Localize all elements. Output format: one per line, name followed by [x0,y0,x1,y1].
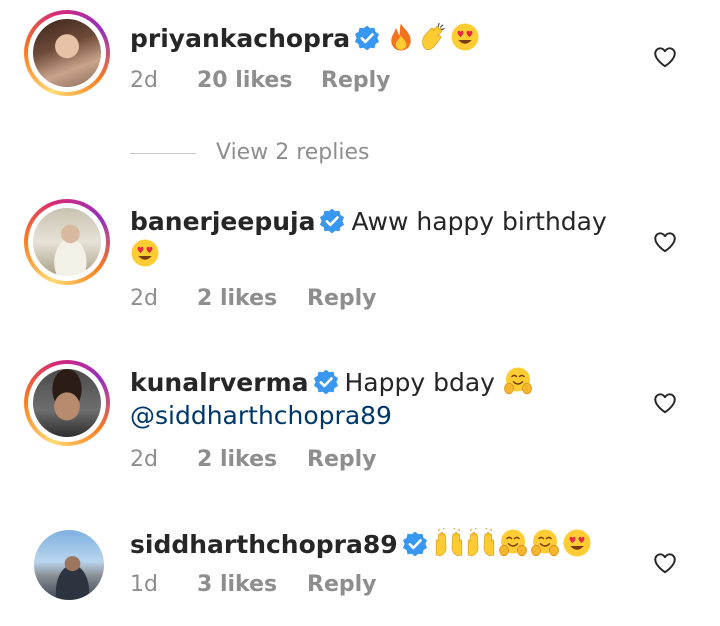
comment-meta: 1d 3 likes Reply [130,572,377,597]
likes-count[interactable]: 2 likes [197,447,307,472]
verified-badge-icon [354,25,380,51]
likes-count[interactable]: 20 likes [197,68,321,93]
avatar-siddharthchopra89[interactable] [34,530,104,600]
username[interactable]: banerjeepuja [130,207,315,236]
reply-button[interactable]: Reply [321,68,391,93]
comment-text: Happy bday [344,368,495,397]
view-replies-divider [130,152,196,154]
mention-link[interactable]: @siddharthchopra89 [130,401,392,430]
heart-eyes-emoji [130,238,160,268]
hugging-face-emoji [498,528,528,558]
likes-count[interactable]: 3 likes [197,572,307,597]
hugging-face-emoji [503,366,533,396]
comment-body: kunalrverma Happy bday @siddharthchopra89 [130,366,535,432]
verified-badge-icon [402,531,428,557]
heart-eyes-emoji [450,22,480,52]
comment-body: banerjeepuja Aww happy birthday [130,205,607,271]
reply-button[interactable]: Reply [307,286,377,311]
like-heart-icon[interactable] [652,390,678,416]
comment-time: 2d [130,68,158,93]
raising-hands-emoji [434,528,464,558]
like-heart-icon[interactable] [652,550,678,576]
raising-hands-emoji [466,528,496,558]
avatar-kunalrverma[interactable] [24,360,110,446]
verified-badge-icon [319,208,345,234]
verified-badge-icon [313,369,339,395]
like-heart-icon[interactable] [652,44,678,70]
comment-body: priyankachopra [130,22,482,55]
comment-kunalrverma: kunalrverma Happy bday @siddharthchopra89… [0,356,720,486]
fire-emoji [386,22,416,52]
avatar-banerjeepuja[interactable] [24,199,110,285]
comment-time: 2d [130,286,158,311]
comment-meta: 2d 2 likes Reply [130,447,377,472]
like-heart-icon[interactable] [652,229,678,255]
comment-priyankachopra: priyankachopra 2d 20 likes Reply [0,0,720,130]
likes-count[interactable]: 2 likes [197,286,307,311]
view-replies-link[interactable]: View 2 replies [130,140,369,165]
hugging-face-emoji [530,528,560,558]
clapping-hands-emoji [418,22,448,52]
comment-text: Aww happy birthday [351,207,607,236]
comment-siddharthchopra89: siddharthchopra89 1d 3 likes Reply [0,518,720,618]
comment-banerjeepuja: banerjeepuja Aww happy birthday 2d 2 likes… [0,195,720,325]
comment-time: 2d [130,447,158,472]
view-replies-label: View 2 replies [216,140,370,165]
comment-meta: 2d 2 likes Reply [130,286,377,311]
comment-meta: 2d 20 likes Reply [130,68,391,93]
username[interactable]: siddharthchopra89 [130,530,398,559]
reply-button[interactable]: Reply [307,572,377,597]
comment-time: 1d [130,572,158,597]
reply-button[interactable]: Reply [307,447,377,472]
avatar-priyankachopra[interactable] [24,10,110,96]
username[interactable]: priyankachopra [130,24,350,53]
comment-body: siddharthchopra89 [130,528,594,561]
username[interactable]: kunalrverma [130,368,309,397]
heart-eyes-emoji [562,528,592,558]
